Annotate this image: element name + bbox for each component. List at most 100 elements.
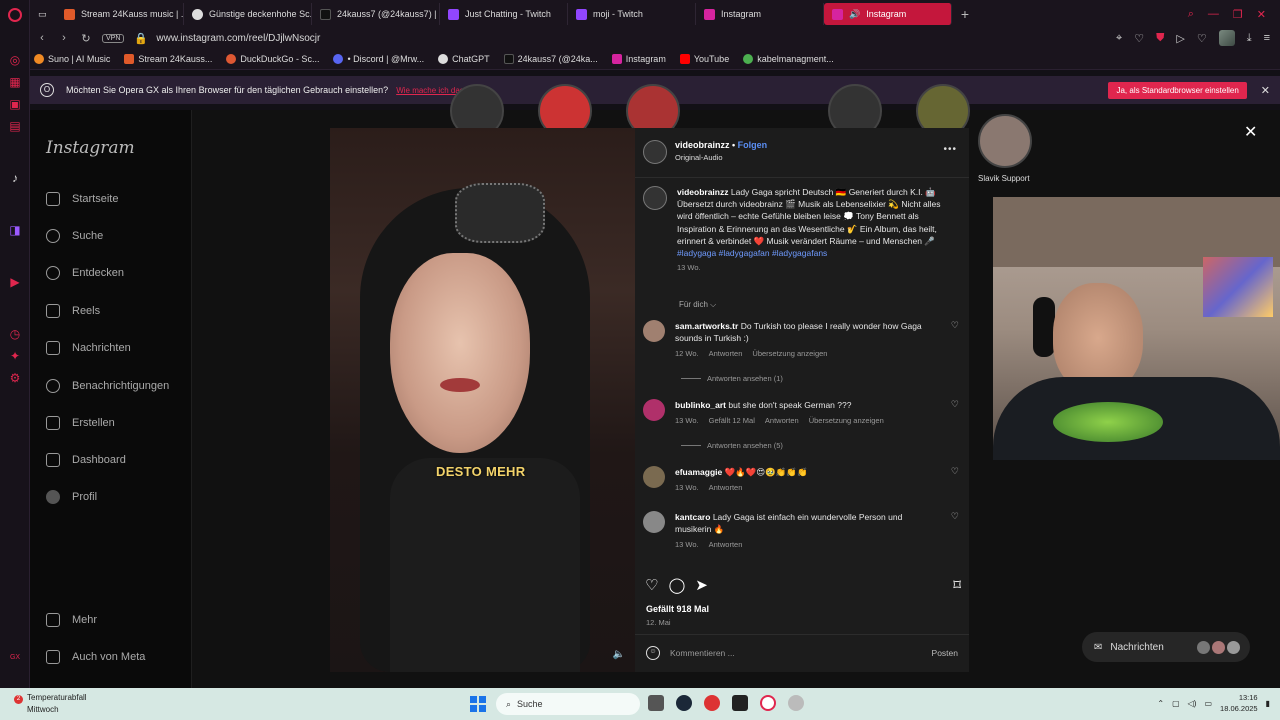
like-icon[interactable]: ♡ (645, 576, 658, 594)
like-count[interactable]: Gefällt 918 Mal (646, 604, 709, 614)
gx-control-icon[interactable]: ◎ (7, 52, 23, 68)
nav-suche[interactable]: Suche (46, 229, 103, 243)
nav-startseite[interactable]: Startseite (46, 192, 118, 206)
menu-icon[interactable]: ≡ (1264, 32, 1270, 44)
close-window-icon[interactable]: ✕ (1257, 8, 1266, 21)
battery-icon[interactable]: ▭ (1204, 699, 1212, 708)
instagram-logo[interactable]: Instagram (46, 138, 135, 158)
download-icon[interactable]: ⤓ (1247, 32, 1252, 45)
settings-icon[interactable]: ⚙ (7, 370, 23, 386)
save-icon[interactable]: ⌑ (953, 576, 961, 594)
comment-input[interactable]: Kommentieren ... (670, 648, 735, 658)
comment-icon[interactable]: ◯ (668, 576, 685, 594)
nav-nachrichten[interactable]: Nachrichten (46, 341, 131, 355)
favorites-icon[interactable]: ♡ (1197, 32, 1207, 45)
player-icon[interactable]: ▶ (7, 274, 23, 290)
mute-icon[interactable]: 🔈 (613, 649, 625, 660)
commenter-avatar[interactable] (643, 466, 665, 488)
windows-start-icon[interactable] (470, 696, 486, 712)
bookmark-kabel[interactable]: kabelmanagment... (743, 53, 834, 64)
reel-video[interactable]: DESTO MEHR 🔈 ‹ (330, 128, 635, 672)
comment-likes[interactable]: Gefällt 12 Mal (709, 416, 755, 425)
snapshot-icon[interactable]: ⌖ (1116, 32, 1122, 45)
bookmark-suno[interactable]: Suno | AI Music (34, 53, 110, 64)
nav-entdecken[interactable]: Entdecken (46, 266, 124, 280)
infobar-close-icon[interactable]: ✕ (1261, 84, 1270, 97)
bookmark-youtube[interactable]: YouTube (679, 53, 729, 64)
author-avatar[interactable] (643, 140, 667, 164)
audio-label[interactable]: Original-Audio (675, 153, 767, 162)
set-default-button[interactable]: Ja, als Standardbrowser einstellen (1108, 81, 1247, 99)
vpn-badge[interactable]: VPN (102, 33, 125, 43)
tab-6-active[interactable]: 🔊 Instagram (824, 3, 952, 25)
steam-icon[interactable] (676, 695, 692, 711)
extensions-icon[interactable]: ✦ (7, 348, 23, 364)
share-icon[interactable]: ➤ (695, 576, 708, 594)
volume-icon[interactable]: ◁) (1188, 699, 1197, 708)
story-avatar[interactable] (978, 114, 1032, 168)
post-comment-button[interactable]: Posten (932, 648, 958, 658)
reply-button[interactable]: Antworten (709, 349, 743, 358)
workspace-icon[interactable]: ▭ (30, 3, 56, 25)
commenter-username[interactable]: bublinko_art (675, 400, 726, 410)
search-tabs-icon[interactable]: ⌕ (1188, 8, 1194, 21)
tab-2[interactable]: 24kauss7 (@24kauss7) | ... (312, 3, 440, 25)
bookmark-discord[interactable]: • Discord | @Mrw... (333, 53, 424, 64)
caption-tags[interactable]: #ladygaga #ladygagafan #ladygagafans (677, 248, 827, 258)
like-comment-icon[interactable]: ♡ (951, 466, 959, 477)
comment-sort-dropdown[interactable]: Für dich ⌵ (679, 300, 716, 310)
tab-0[interactable]: Stream 24Kauss music | ... (56, 3, 184, 25)
history-icon[interactable]: ◷ (7, 326, 23, 342)
network-icon[interactable]: ▢ (1172, 699, 1180, 708)
author-username[interactable]: videobrainzz (675, 140, 730, 150)
shield-icon[interactable]: ⛊ (1156, 32, 1164, 45)
bookmark-stream[interactable]: Stream 24Kauss... (124, 53, 212, 64)
url-field[interactable]: www.instagram.com/reel/DJjlwNsocjr (156, 33, 320, 44)
nav-erstellen[interactable]: Erstellen (46, 416, 115, 430)
twitch-sidebar-icon[interactable]: ▣ (7, 96, 23, 112)
commenter-username[interactable]: efuamaggie (675, 467, 722, 477)
calendar-icon[interactable]: ▤ (7, 118, 23, 134)
tiktok-sidebar-icon[interactable]: ♪ (7, 170, 23, 186)
more-options-icon[interactable]: ••• (943, 144, 957, 155)
author-avatar[interactable] (643, 186, 667, 210)
tab-1[interactable]: Günstige deckenhohe Sc... (184, 3, 312, 25)
like-comment-icon[interactable]: ♡ (951, 511, 959, 522)
bookmark-duckduckgo[interactable]: DuckDuckGo - Sc... (226, 53, 319, 64)
nav-profil[interactable]: Profil (46, 490, 97, 504)
minimize-icon[interactable]: — (1208, 8, 1219, 21)
commenter-avatar[interactable] (643, 399, 665, 421)
notification-icon[interactable]: ▮ (1266, 699, 1270, 708)
nav-dashboard[interactable]: Dashboard (46, 453, 126, 467)
caption-username[interactable]: videobrainzz (677, 187, 728, 197)
messages-pill[interactable]: ✉ Nachrichten (1082, 632, 1250, 662)
back-icon[interactable]: ‹ (36, 32, 48, 44)
app-red-icon[interactable] (704, 695, 720, 711)
bookmark-instagram[interactable]: Instagram (611, 53, 666, 64)
nav-reels[interactable]: Reels (46, 304, 100, 318)
translate-button[interactable]: Übersetzung anzeigen (752, 349, 827, 358)
gx-corner-icon[interactable]: ▦ (7, 74, 23, 90)
reply-button[interactable]: Antworten (709, 483, 743, 492)
maximize-icon[interactable]: ❐ (1233, 8, 1243, 21)
like-comment-icon[interactable]: ♡ (951, 320, 959, 331)
emoji-icon[interactable]: ☺ (646, 646, 660, 660)
opera-logo-icon[interactable] (8, 8, 22, 22)
nav-meta[interactable]: Auch von Meta (46, 650, 145, 664)
forward-icon[interactable]: › (58, 32, 70, 44)
app-flower-icon[interactable] (788, 695, 804, 711)
weather-widget[interactable]: 2 Temperaturabfall Mittwoch (14, 692, 87, 715)
twitch-icon[interactable]: ◨ (7, 222, 23, 238)
commenter-avatar[interactable] (643, 511, 665, 533)
nav-mehr[interactable]: Mehr (46, 613, 97, 627)
reply-button[interactable]: Antworten (709, 540, 743, 549)
bookmark-chatgpt[interactable]: ChatGPT (438, 53, 490, 64)
app-dark-icon[interactable] (732, 695, 748, 711)
nav-benachrichtigungen[interactable]: Benachrichtigungen (46, 379, 169, 393)
bookmark-icon[interactable]: ♡ (1134, 32, 1144, 45)
tab-3[interactable]: Just Chatting - Twitch (440, 3, 568, 25)
gx-label-icon[interactable]: GX (7, 650, 23, 666)
view-replies-button[interactable]: Antworten ansehen (1) (681, 374, 783, 383)
reply-button[interactable]: Antworten (765, 416, 799, 425)
clock[interactable]: 13:16 18.06.2025 (1220, 692, 1258, 714)
